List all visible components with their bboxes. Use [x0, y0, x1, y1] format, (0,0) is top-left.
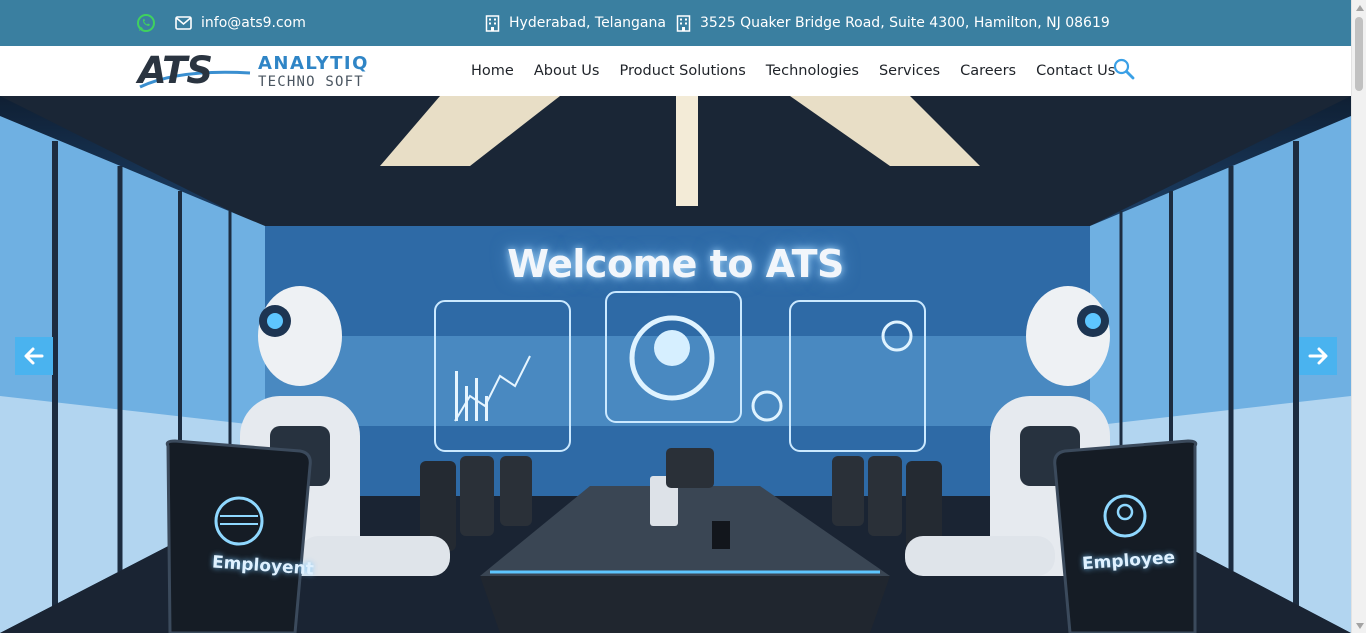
- scroll-down-button[interactable]: [1352, 618, 1366, 633]
- email-link[interactable]: info@ats9.com: [175, 0, 306, 46]
- nav-careers[interactable]: Careers: [960, 63, 1016, 79]
- location-us: 3525 Quaker Bridge Road, Suite 4300, Ham…: [676, 0, 1110, 46]
- search-button[interactable]: [1112, 57, 1136, 86]
- site-logo[interactable]: ATS ANALYTIQ TECHNO SOFT: [138, 49, 390, 93]
- nav-technologies[interactable]: Technologies: [766, 63, 859, 79]
- building-icon: [485, 14, 500, 32]
- nav-contact-us[interactable]: Contact Us: [1036, 63, 1115, 79]
- arrow-left-icon: [24, 347, 44, 365]
- arrow-right-icon: [1308, 347, 1328, 365]
- nav-home[interactable]: Home: [471, 63, 514, 79]
- main-navbar: ATS ANALYTIQ TECHNO SOFT Home About Us P…: [0, 46, 1351, 96]
- location-india-text: Hyderabad, Telangana: [509, 15, 666, 31]
- slider-next-button[interactable]: [1299, 337, 1337, 375]
- top-info-bar: info@ats9.com Hyderabad, Telangana 3525 …: [0, 0, 1351, 46]
- location-india: Hyderabad, Telangana: [485, 0, 666, 46]
- page-scrollbar[interactable]: [1351, 0, 1366, 633]
- caret-up-icon: [1355, 4, 1364, 11]
- mail-icon: [175, 16, 192, 30]
- whatsapp-icon: [136, 13, 156, 33]
- location-us-text: 3525 Quaker Bridge Road, Suite 4300, Ham…: [700, 15, 1110, 31]
- whatsapp-link[interactable]: [136, 0, 156, 46]
- scroll-up-button[interactable]: [1352, 0, 1366, 15]
- email-text[interactable]: info@ats9.com: [201, 15, 306, 31]
- nav-product-solutions[interactable]: Product Solutions: [619, 63, 745, 79]
- search-icon: [1113, 58, 1135, 80]
- hero-slider: Welcome to ATS Employent Employee: [0, 96, 1351, 633]
- caret-down-icon: [1355, 622, 1364, 629]
- hero-headline: Welcome to ATS: [507, 242, 844, 286]
- nav-about-us[interactable]: About Us: [534, 63, 600, 79]
- logo-mark: ATS: [138, 49, 213, 92]
- logo-line-2: TECHNO SOFT: [258, 74, 364, 90]
- scroll-thumb[interactable]: [1355, 17, 1363, 91]
- building-icon: [676, 14, 691, 32]
- logo-line-1: ANALYTIQ: [258, 53, 369, 74]
- slider-prev-button[interactable]: [15, 337, 53, 375]
- nav-menu: Home About Us Product Solutions Technolo…: [471, 46, 1115, 96]
- nav-services[interactable]: Services: [879, 63, 940, 79]
